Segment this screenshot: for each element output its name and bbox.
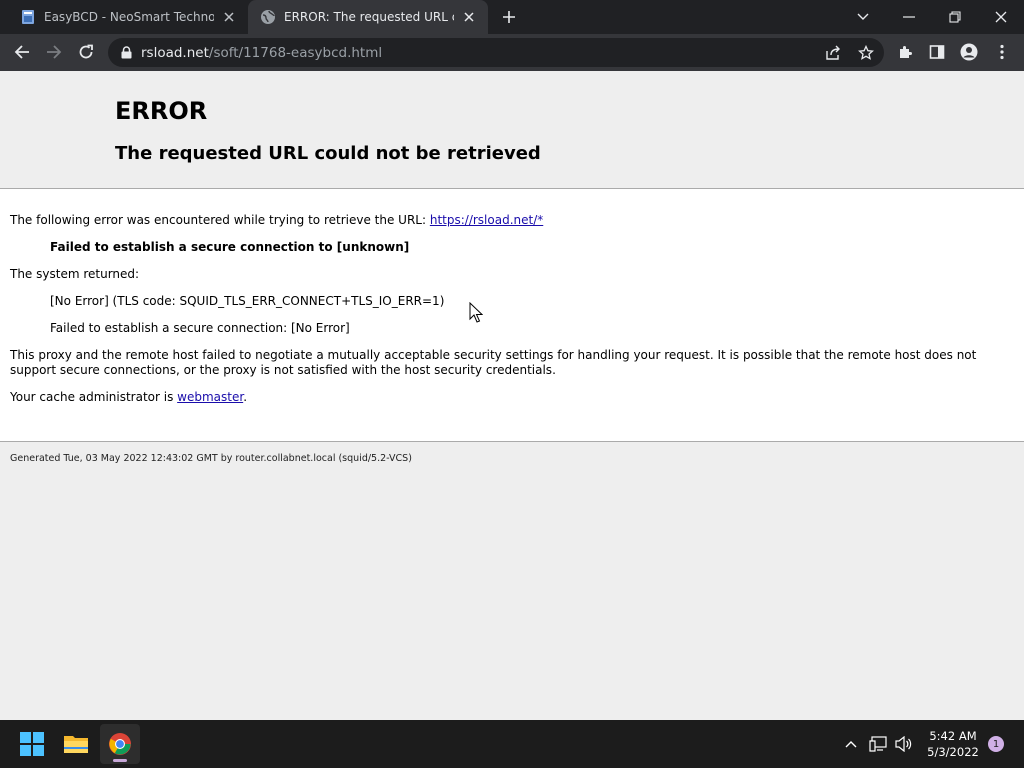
arrow-left-icon: [14, 45, 29, 59]
menu-button[interactable]: [988, 38, 1016, 66]
reload-button[interactable]: [72, 38, 100, 66]
restore-button[interactable]: [932, 0, 978, 34]
secure-fail-text: Failed to establish a secure connection:…: [50, 321, 350, 335]
avatar-icon: [960, 43, 978, 61]
error-body: The following error was encountered whil…: [0, 189, 1024, 442]
show-hidden-icons-button[interactable]: [840, 720, 862, 768]
back-button[interactable]: [8, 38, 36, 66]
intro-text: The following error was encountered whil…: [10, 213, 430, 227]
tab-title: EasyBCD - NeoSmart Technologies: [44, 10, 214, 24]
side-panel-icon: [929, 45, 945, 59]
error-title: Failed to establish a secure connection …: [50, 240, 410, 254]
puzzle-icon: [900, 46, 912, 58]
kebab-menu-icon: [1000, 44, 1004, 60]
minimize-button[interactable]: [886, 0, 932, 34]
explanation-line-1: This proxy and the remote host failed to…: [10, 348, 977, 362]
admin-suffix: .: [243, 390, 248, 404]
file-explorer-button[interactable]: [56, 724, 96, 764]
speaker-icon: [895, 736, 912, 752]
close-window-button[interactable]: [978, 0, 1024, 34]
windows-start-icon: [20, 732, 44, 756]
taskbar: 5:42 AM 5/3/2022: [0, 720, 1024, 768]
tab-error[interactable]: ERROR: The requested URL could not be re…: [248, 0, 488, 34]
chrome-icon: [109, 733, 131, 755]
restore-icon: [949, 11, 961, 23]
network-icon: [869, 736, 887, 752]
page-content: ERROR The requested URL could not be ret…: [0, 71, 1024, 720]
chrome-taskbar-button[interactable]: [100, 724, 140, 764]
extensions-button[interactable]: [892, 38, 920, 66]
easybcd-favicon-icon: [20, 9, 36, 25]
admin-line: Your cache administrator is webmaster.: [10, 390, 247, 404]
tab-search-button[interactable]: [840, 0, 886, 34]
clock-time: 5:42 AM: [929, 729, 977, 743]
start-button[interactable]: [12, 724, 52, 764]
profile-button[interactable]: [955, 38, 983, 66]
chevron-down-icon: [857, 13, 869, 20]
new-tab-button[interactable]: [498, 7, 520, 27]
error-header: ERROR The requested URL could not be ret…: [0, 71, 1024, 189]
tab-strip: EasyBCD - NeoSmart Technologies ERROR: T…: [0, 0, 1024, 34]
tls-code-text: [No Error] (TLS code: SQUID_TLS_ERR_CONN…: [50, 294, 445, 308]
explanation-line-2: support secure connections, or the proxy…: [10, 363, 556, 377]
close-tab-icon[interactable]: [460, 8, 478, 26]
active-app-indicator: [113, 759, 127, 762]
generated-footer: Generated Tue, 03 May 2022 12:43:02 GMT …: [10, 453, 412, 464]
lock-icon[interactable]: [119, 46, 133, 60]
bookmark-button[interactable]: [853, 40, 879, 66]
forward-button[interactable]: [40, 38, 68, 66]
url-text: rsload.net/soft/11768-easybcd.html: [141, 45, 382, 61]
webmaster-link[interactable]: webmaster: [177, 390, 243, 404]
tab-easybcd[interactable]: EasyBCD - NeoSmart Technologies: [8, 0, 248, 34]
volume-button[interactable]: [892, 720, 916, 768]
error-heading: ERROR: [115, 97, 208, 125]
tab-title: ERROR: The requested URL could not be re…: [284, 10, 454, 24]
file-explorer-icon: [64, 736, 88, 753]
minimize-icon: [903, 16, 915, 18]
reload-icon: [79, 44, 93, 59]
url-link[interactable]: https://rsload.net/*: [430, 213, 543, 227]
url-path: /soft/11768-easybcd.html: [208, 44, 383, 61]
clock-date: 5/3/2022: [927, 745, 979, 759]
url-host: rsload.net: [141, 44, 209, 61]
share-button[interactable]: [820, 40, 846, 66]
plus-icon: [503, 11, 515, 23]
share-icon: [826, 45, 840, 60]
close-icon: [995, 11, 1007, 23]
error-subheading: The requested URL could not be retrieved: [115, 143, 541, 164]
system-clock[interactable]: 5:42 AM 5/3/2022: [920, 728, 986, 760]
browser-toolbar: rsload.net/soft/11768-easybcd.html: [0, 34, 1024, 71]
admin-text: Your cache administrator is: [10, 390, 178, 404]
close-tab-icon[interactable]: [220, 8, 238, 26]
arrow-right-icon: [47, 45, 62, 59]
mouse-cursor-icon: [469, 302, 483, 323]
side-panel-button[interactable]: [923, 38, 951, 66]
globe-icon: [260, 9, 276, 25]
chevron-up-icon: [845, 741, 857, 748]
intro-line: The following error was encountered whil…: [10, 213, 543, 227]
address-bar[interactable]: rsload.net/soft/11768-easybcd.html: [108, 38, 884, 67]
network-button[interactable]: [866, 720, 890, 768]
notification-badge[interactable]: 1: [988, 736, 1004, 752]
system-returned-label: The system returned:: [10, 267, 140, 281]
star-icon: [858, 45, 874, 60]
